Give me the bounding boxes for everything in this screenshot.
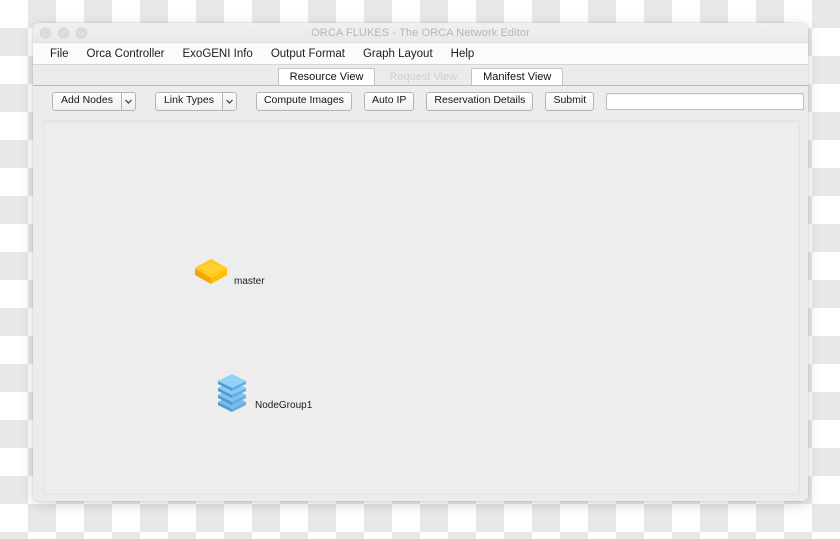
reservation-details-button[interactable]: Reservation Details [426,91,534,111]
link-types-dropdown[interactable]: Link Types [154,91,237,111]
single-node-icon[interactable] [193,257,229,292]
tab-manifest-view[interactable]: Manifest View [471,68,564,85]
zoom-button[interactable] [76,27,87,38]
add-nodes-label: Add Nodes [61,93,113,106]
tab-resource-view[interactable]: Resource View [277,68,376,85]
link-types-label: Link Types [163,93,214,106]
compute-images-button[interactable]: Compute Images [255,91,352,111]
application-window: ORCA FLUKES - The ORCA Network Editor Fi… [33,23,808,501]
graph-node-nodegroup1[interactable]: NodeGroup1 [215,369,312,419]
graph-canvas[interactable]: master NodeGroup1 [43,120,800,495]
add-nodes-dropdown[interactable]: Add Nodes [52,91,136,111]
node-group-stack-icon[interactable] [215,369,249,419]
menu-item-file[interactable]: File [41,47,78,61]
graph-node-master[interactable]: master [193,257,265,292]
auto-ip-button[interactable]: Auto IP [363,91,415,111]
title-bar: ORCA FLUKES - The ORCA Network Editor [33,23,808,43]
menu-item-output-format[interactable]: Output Format [262,47,354,61]
graph-node-label: NodeGroup1 [255,399,313,411]
menu-item-graph-layout[interactable]: Graph Layout [354,47,442,61]
minimize-button[interactable] [58,27,69,38]
editor-toolbar: Add Nodes Link Types Compute Images Auto… [33,86,808,116]
menu-item-help[interactable]: Help [442,47,484,61]
window-title: ORCA FLUKES - The ORCA Network Editor [311,26,530,39]
toolbar-text-input[interactable] [606,92,805,110]
chevron-down-icon[interactable] [120,92,135,110]
chevron-down-icon[interactable] [221,92,236,110]
close-button[interactable] [40,27,51,38]
tab-request-view: Request View [377,68,470,85]
canvas-container: master NodeGroup1 [33,116,808,501]
menu-item-exogeni-info[interactable]: ExoGENI Info [174,47,262,61]
window-controls [40,27,87,38]
menu-item-orca-controller[interactable]: Orca Controller [78,47,174,61]
submit-button[interactable]: Submit [545,91,595,111]
graph-node-label: master [234,275,265,287]
view-tab-bar: Resource View Request View Manifest View [33,65,808,86]
menu-bar: File Orca Controller ExoGENI Info Output… [33,43,808,65]
